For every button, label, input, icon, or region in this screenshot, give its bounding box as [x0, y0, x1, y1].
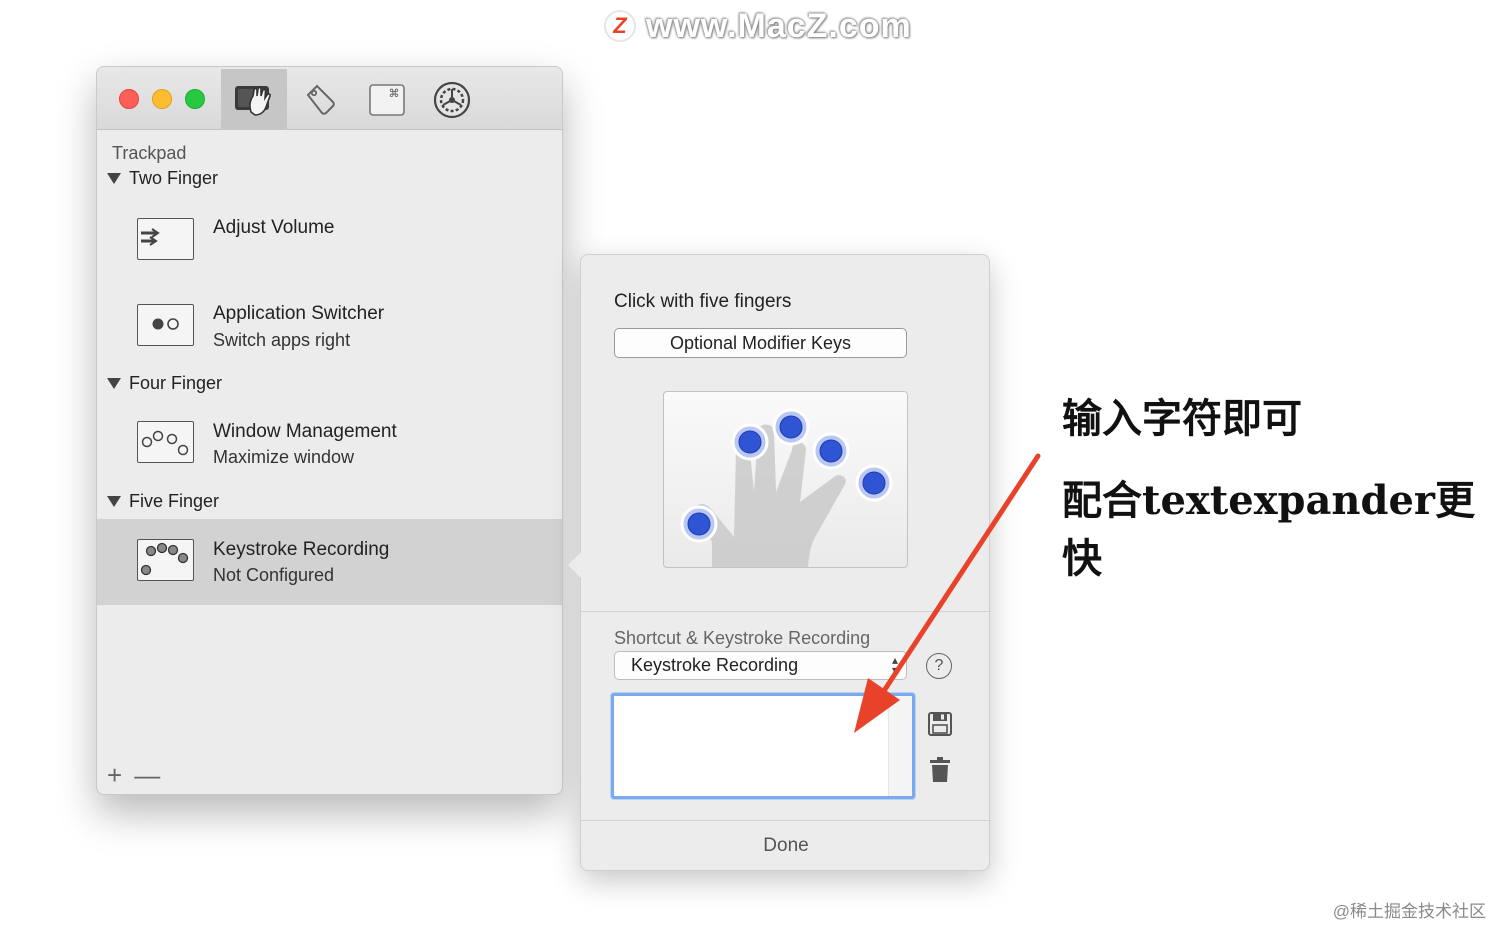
group-label: Two Finger: [129, 168, 219, 188]
tab-trackpad[interactable]: [221, 69, 287, 130]
tab-shortcuts[interactable]: ⌘: [354, 69, 420, 130]
minimize-window-button[interactable]: [152, 89, 172, 109]
settings-gear-icon: [433, 81, 471, 118]
annotation-text-line1: 输入字符即可: [1062, 395, 1302, 442]
svg-text:⌘: ⌘: [389, 87, 400, 100]
item-title: Adjust Volume: [213, 217, 335, 238]
close-window-button[interactable]: [119, 89, 139, 109]
disclosure-triangle-icon: [107, 496, 121, 507]
list-item-keystroke-recording[interactable]: Keystroke Recording Not Configured: [97, 519, 562, 605]
group-two-finger[interactable]: Two Finger: [107, 168, 218, 189]
tab-tags[interactable]: [287, 69, 353, 130]
item-title: Window Management: [213, 421, 397, 442]
group-label: Five Finger: [129, 491, 220, 511]
watermark: Z www.MacZ.com: [604, 6, 912, 46]
command-key-icon: ⌘: [369, 83, 405, 116]
disclosure-triangle-icon: [107, 173, 121, 184]
disclosure-triangle-icon: [107, 378, 121, 389]
remove-gesture-button[interactable]: —: [134, 760, 160, 791]
action-type-value: Keystroke Recording: [631, 655, 799, 675]
five-finger-icon: [137, 539, 194, 581]
item-subtitle: Switch apps right: [213, 330, 351, 350]
macz-logo-icon: Z: [604, 10, 636, 42]
two-finger-click-icon: [137, 304, 194, 346]
list-item-window-management[interactable]: Window Management Maximize window: [97, 395, 562, 481]
trash-icon: [930, 757, 950, 782]
list-item-adjust-volume[interactable]: Adjust Volume: [97, 189, 562, 275]
item-title: Keystroke Recording: [213, 539, 390, 560]
done-button[interactable]: Done: [581, 821, 991, 871]
item-subtitle: Maximize window: [213, 447, 355, 467]
group-four-finger[interactable]: Four Finger: [107, 373, 222, 394]
zoom-window-button[interactable]: [185, 89, 205, 109]
delete-button[interactable]: [929, 757, 951, 788]
item-title: Application Switcher: [213, 303, 385, 324]
list-item-application-switcher[interactable]: Application Switcher Switch apps right: [97, 277, 562, 363]
item-subtitle: Not Configured: [213, 565, 335, 585]
annotation-arrow: [854, 453, 1041, 733]
add-gesture-button[interactable]: +: [107, 760, 122, 791]
preferences-window: ⌘ Trackpad Two Finger Adjust Volume Appl…: [96, 66, 563, 795]
optional-modifier-keys-button[interactable]: Optional Modifier Keys: [614, 328, 907, 358]
tab-settings[interactable]: [419, 69, 485, 130]
tag-icon: [306, 84, 335, 115]
watermark-text: www.MacZ.com: [646, 6, 912, 45]
group-five-finger[interactable]: Five Finger: [107, 491, 219, 512]
footer-watermark: @稀土掘金技术社区: [1332, 902, 1486, 921]
list-controls: + —: [107, 760, 160, 791]
two-finger-swipe-icon: [137, 218, 194, 260]
section-title-trackpad: Trackpad: [112, 143, 187, 163]
popover-arrow: [568, 551, 582, 579]
action-type-label: Shortcut & Keystroke Recording: [614, 628, 871, 648]
gesture-title: Click with five fingers: [614, 291, 792, 312]
toolbar: ⌘: [97, 67, 562, 130]
trackpad-hand-icon: [235, 85, 271, 116]
annotation-text-line2: 配合textexpander更快: [1062, 477, 1476, 582]
group-label: Four Finger: [129, 373, 223, 393]
four-finger-icon: [137, 421, 194, 463]
